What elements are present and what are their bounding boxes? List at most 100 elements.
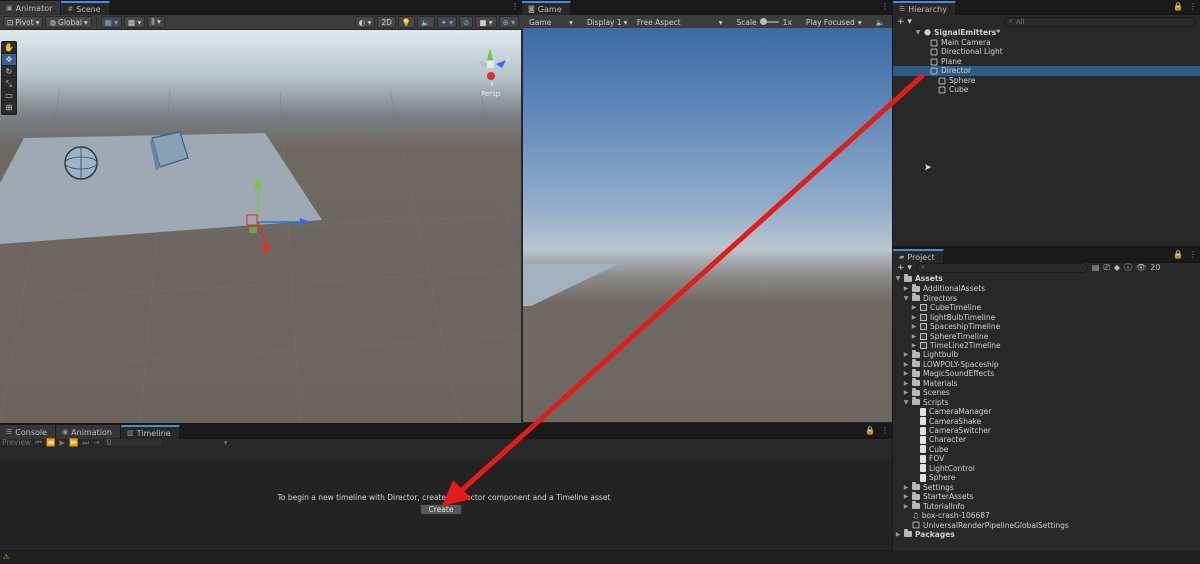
project-item[interactable]: Character <box>911 435 966 445</box>
visibility-icon[interactable]: 👁 <box>1136 263 1146 272</box>
tab-hierarchy[interactable]: ☰ Hierarchy <box>893 1 956 15</box>
collapse-arrow-icon[interactable]: ▶ <box>903 361 909 368</box>
collapse-arrow-icon[interactable]: ▶ <box>911 333 917 340</box>
create-timeline-button[interactable]: Create <box>420 504 462 515</box>
move-tool-icon[interactable]: ✥ <box>2 54 16 66</box>
project-item[interactable]: CameraManager <box>911 407 991 417</box>
collapse-arrow-icon[interactable]: ▶ <box>903 351 909 358</box>
scale-control[interactable]: Scale 1x <box>732 16 795 28</box>
collapse-arrow-icon[interactable]: ▶ <box>911 304 917 311</box>
expand-arrow-icon[interactable]: ▼ <box>903 295 909 302</box>
project-item[interactable]: ▼ Scripts <box>903 397 949 407</box>
kebab-menu-icon[interactable]: ⋮ <box>511 2 519 11</box>
kebab-menu-icon[interactable]: ⋮ <box>881 426 889 435</box>
hierarchy-item-cube[interactable]: Cube <box>938 85 968 95</box>
effects-toggle-icon[interactable]: ✦ ▾ <box>436 16 458 28</box>
tab-game[interactable]: ◙ Game <box>522 1 571 15</box>
project-item[interactable]: ▶ lightBulbTimeline <box>911 312 996 322</box>
go-to-start-icon[interactable]: ⏮ <box>35 438 42 448</box>
next-frame-icon[interactable]: ⏩ <box>69 438 78 447</box>
assets-root-row[interactable]: ▼ Assets <box>895 273 943 284</box>
lighting-toggle-icon[interactable]: 💡 <box>397 16 416 28</box>
persp-label[interactable]: Persp <box>481 90 500 98</box>
scene-viewport[interactable]: ✋ ✥ ↻ ⤡ ▭ ⊞ z x Persp ═ <box>0 30 521 423</box>
create-asset-button[interactable]: + ▾ <box>897 263 912 273</box>
lock-icon[interactable]: 🔒 <box>865 426 875 435</box>
project-item[interactable]: ▶ CubeTimeline <box>911 303 982 313</box>
project-search-input[interactable]: ⌕ <box>915 262 1088 273</box>
scale-slider-handle[interactable] <box>759 18 767 25</box>
kebab-menu-icon[interactable]: ⋮ <box>1189 250 1197 259</box>
play-range-icon[interactable]: ⇥ <box>93 438 99 447</box>
toggle-2d-button[interactable]: 2D <box>377 16 396 28</box>
camera-settings-icon[interactable]: ■ ▾ <box>475 16 497 28</box>
collapse-arrow-icon[interactable]: ▶ <box>895 531 901 538</box>
gizmo-menu-icon[interactable]: ═ <box>460 31 465 40</box>
grid-visibility-button[interactable]: ⫼ ▾ <box>147 16 165 28</box>
collapse-arrow-icon[interactable]: ▶ <box>903 285 909 292</box>
rotate-tool-icon[interactable]: ↻ <box>2 66 16 78</box>
play-mode-dropdown[interactable]: Play Focused ▾ <box>802 16 866 28</box>
draw-mode-button[interactable]: ◐ ▾ <box>354 16 376 28</box>
lock-icon[interactable]: 🔒 <box>1173 250 1183 259</box>
project-item[interactable]: LightControl <box>911 464 975 474</box>
collapse-arrow-icon[interactable]: ▶ <box>911 314 917 321</box>
filter-by-type-icon[interactable]: ▤ <box>1092 263 1100 272</box>
audio-toggle-icon[interactable]: 🔈 <box>417 16 435 28</box>
project-item[interactable]: ▶ SpaceshipTimeline <box>911 322 1001 332</box>
hand-tool-icon[interactable]: ✋ <box>2 42 16 54</box>
preview-toggle[interactable]: Preview <box>2 438 31 447</box>
project-item[interactable]: CameraSwitcher <box>911 426 991 436</box>
go-to-end-icon[interactable]: ⏭ <box>82 438 89 448</box>
global-dropdown[interactable]: ◍ Global ▾ <box>45 16 92 28</box>
frame-field[interactable]: 0 <box>103 438 164 447</box>
orientation-gizmo[interactable]: z x Persp <box>470 42 518 102</box>
display-dropdown[interactable]: Display 1 ▾ <box>583 16 628 28</box>
game-viewport[interactable] <box>523 28 892 422</box>
transform-tool-icon[interactable]: ⊞ <box>2 102 16 114</box>
project-item[interactable]: ♫ box-crash-106687 <box>903 511 990 521</box>
project-item[interactable]: ▼ Directors <box>903 293 957 303</box>
project-item[interactable]: ▶ SphereTimeline <box>911 331 989 341</box>
project-item[interactable]: ▶ Lightbulb <box>903 349 958 360</box>
timeline-asset-dropdown[interactable]: ▾ <box>167 438 228 447</box>
project-item[interactable]: CameraShake <box>911 416 981 426</box>
snap-increment-button[interactable]: ▩ ▾ <box>123 16 146 28</box>
grid-snap-button[interactable]: ▦ ▾ <box>100 16 122 28</box>
project-item[interactable]: ▶ Settings <box>903 482 954 492</box>
expand-arrow-icon[interactable]: ▼ <box>895 275 901 282</box>
info-icon[interactable]: ⓘ <box>1124 262 1132 273</box>
mute-audio-icon[interactable]: 🔈 <box>872 16 889 28</box>
project-item[interactable]: FOV <box>911 454 944 464</box>
collapse-arrow-icon[interactable]: ▶ <box>911 323 917 330</box>
project-item[interactable]: ▶ TimeLine2Timeline <box>911 341 1001 351</box>
kebab-menu-icon[interactable]: ⋮ <box>1189 2 1197 11</box>
hierarchy-item-directional-light[interactable]: Directional Light <box>930 47 1003 57</box>
favorite-icon[interactable]: ◆ <box>1114 263 1120 272</box>
collapse-arrow-icon[interactable]: ▶ <box>903 503 909 510</box>
aspect-dropdown[interactable]: Free Aspect ▾ <box>633 16 727 28</box>
scale-slider[interactable] <box>759 18 779 25</box>
project-item[interactable]: ▶ MagicSoundEffects <box>903 368 994 379</box>
hierarchy-item-director[interactable]: Director <box>893 66 1200 76</box>
game-mode-dropdown[interactable]: Game ▾ <box>525 16 577 28</box>
hidden-objects-icon[interactable]: ⊘ <box>459 16 474 28</box>
tab-scene[interactable]: # Scene <box>61 1 110 15</box>
project-item[interactable]: UniversalRenderPipelineGlobalSettings <box>903 520 1069 530</box>
packages-root-row[interactable]: ▶ Packages <box>895 529 955 540</box>
project-item[interactable]: ▶ StarterAssets <box>903 491 973 502</box>
project-item[interactable]: ▶ AdditionalAssets <box>903 283 985 294</box>
project-item[interactable]: Cube <box>911 445 948 455</box>
rect-tool-icon[interactable]: ▭ <box>2 90 16 102</box>
kebab-menu-icon[interactable]: ⋮ <box>881 2 889 11</box>
scene-root-row[interactable]: ▼ ⬣ SignalEmitters* <box>915 28 1000 38</box>
collapse-arrow-icon[interactable]: ▶ <box>911 342 917 349</box>
hierarchy-search-input[interactable]: ⌕ All <box>1003 16 1196 27</box>
filter-by-label-icon[interactable]: ⎚ <box>1103 263 1109 273</box>
collapse-arrow-icon[interactable]: ▶ <box>903 493 909 500</box>
collapse-arrow-icon[interactable]: ▶ <box>903 484 909 491</box>
previous-frame-icon[interactable]: ⏪ <box>46 438 55 447</box>
play-icon[interactable]: ▶ <box>59 438 65 447</box>
collapse-arrow-icon[interactable]: ▶ <box>903 370 909 377</box>
tab-animator[interactable]: ▣ Animator <box>0 1 62 15</box>
